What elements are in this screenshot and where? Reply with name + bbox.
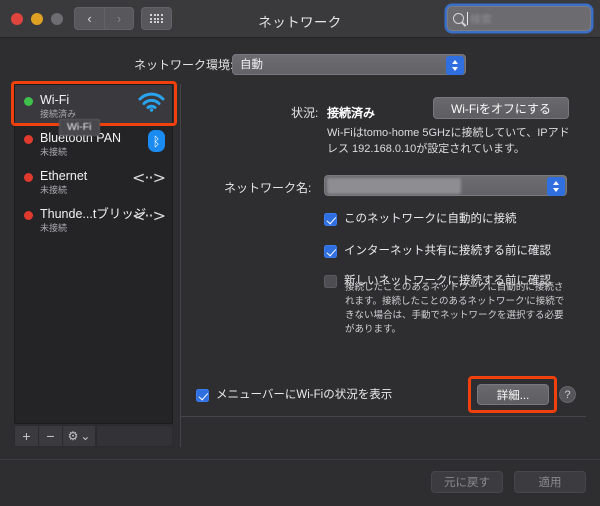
footer-divider <box>0 459 600 460</box>
network-location-select[interactable]: 自動 <box>232 53 466 75</box>
bluetooth-icon: ᛒ <box>148 130 165 152</box>
checkbox-show-wifi-in-menubar[interactable]: メニューバーにWi-Fiの状況を表示 <box>196 388 392 402</box>
search-icon <box>453 13 464 24</box>
status-label: 状況: <box>291 106 319 120</box>
help-button[interactable]: ? <box>559 386 576 403</box>
search-placeholder: 検索 <box>470 13 492 26</box>
titlebar: ‹ › ネットワーク 検索 <box>0 0 600 38</box>
network-name-select[interactable] <box>324 175 567 196</box>
sidebar-item-ethernet[interactable]: Ethernet 未接続 <··> <box>15 161 172 199</box>
add-service-button[interactable]: + <box>14 425 38 447</box>
services-toolbar: + − ⚙ ⌄ <box>14 425 173 447</box>
network-location-value: 自動 <box>240 59 263 71</box>
gear-icon: ⚙ <box>67 429 79 443</box>
status-dot-connected <box>24 97 33 106</box>
checkbox-ask-internet-sharing[interactable]: インターネット共有に接続する前に確認 <box>324 244 551 258</box>
sidebar-item-wifi[interactable]: Wi-Fi 接続済み <box>15 85 172 123</box>
network-name-label: ネットワーク名: <box>224 181 312 195</box>
search-field[interactable]: 検索 <box>447 6 591 31</box>
wifi-detail-panel: 状況: 接続済み Wi-Fiをオフにする Wi-Fiはtomo-home 5GH… <box>180 84 586 447</box>
checkbox-icon-unchecked <box>324 275 337 288</box>
apply-button: 適用 <box>514 471 586 493</box>
apply-button-label: 適用 <box>538 477 562 489</box>
checkbox-auto-join[interactable]: このネットワークに自動的に接続 <box>324 212 517 226</box>
network-preferences-window: ‹ › ネットワーク 検索 ネットワーク環境: 自動 Wi-Fi 接続済み Bl… <box>0 0 600 506</box>
service-status: 未接続 <box>40 146 68 157</box>
checkbox-icon-checked <box>196 389 209 402</box>
checkbox-icon-checked <box>324 213 337 226</box>
checkbox-label: メニューバーにWi-Fiの状況を表示 <box>216 389 393 401</box>
plus-icon: + <box>22 428 31 444</box>
status-dot-disconnected <box>24 135 33 144</box>
chevron-updown-icon <box>446 55 464 75</box>
wifi-icon <box>138 92 165 117</box>
checkbox-label: このネットワークに自動的に接続 <box>344 213 517 225</box>
wifi-toggle-button[interactable]: Wi-Fiをオフにする <box>433 97 569 119</box>
auto-join-help-text: 接続したことのあるネットワークに自動的に接続されます。接続したことのあるネットワ… <box>345 282 565 335</box>
panel-divider <box>181 416 586 417</box>
checkbox-icon-checked <box>324 245 337 258</box>
wifi-toggle-label: Wi-Fiをオフにする <box>450 101 552 116</box>
chevron-updown-icon <box>547 177 565 196</box>
chevron-down-icon: ⌄ <box>80 429 91 443</box>
status-dot-disconnected <box>24 173 33 182</box>
sidebar-item-thunderbolt-bridge[interactable]: Thunde...tブリッジ 未接続 <··> <box>15 199 172 237</box>
network-location-row: ネットワーク環境: 自動 <box>0 52 600 76</box>
network-name-value <box>327 178 461 194</box>
ethernet-icon: <··> <box>132 206 166 225</box>
status-dot-disconnected <box>24 211 33 220</box>
network-location-label: ネットワーク環境: <box>134 57 234 72</box>
minus-icon: − <box>46 428 55 444</box>
text-caret <box>467 12 468 25</box>
wifi-tooltip: Wi-Fi <box>59 119 100 136</box>
revert-button: 元に戻す <box>431 471 503 493</box>
toolbar-filler <box>96 425 173 447</box>
advanced-button-label: 詳細... <box>496 389 530 402</box>
question-mark-icon: ? <box>564 388 571 401</box>
advanced-button[interactable]: 詳細... <box>477 384 549 405</box>
status-value: 接続済み <box>327 106 376 120</box>
revert-button-label: 元に戻す <box>444 477 490 489</box>
ethernet-icon: <··> <box>132 168 166 187</box>
service-actions-button[interactable]: ⚙ ⌄ <box>62 425 96 447</box>
checkbox-label: インターネット共有に接続する前に確認 <box>344 245 551 257</box>
remove-service-button[interactable]: − <box>38 425 62 447</box>
status-description: Wi-Fiはtomo-home 5GHzに接続していて、IPアドレス 192.1… <box>327 127 570 155</box>
